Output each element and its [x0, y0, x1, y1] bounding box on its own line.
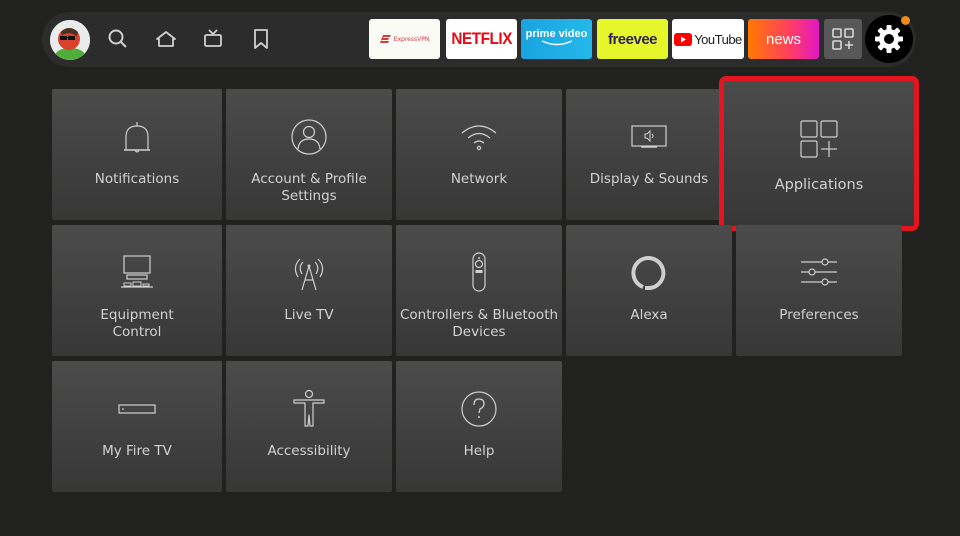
all-apps-button[interactable] — [824, 19, 862, 59]
gear-icon — [875, 25, 903, 53]
sliders-icon — [801, 258, 837, 286]
tile-equipment-control[interactable]: Equipment Control — [52, 225, 222, 356]
tile-alexa[interactable]: Alexa — [566, 225, 732, 356]
tile-help[interactable]: Help — [396, 361, 562, 492]
tile-controllers-bluetooth[interactable]: Controllers & Bluetooth Devices — [396, 225, 562, 356]
tile-label: Accessibility — [267, 443, 351, 459]
remote-icon — [472, 252, 486, 292]
equipment-icon — [121, 255, 153, 288]
antenna-icon — [294, 258, 324, 291]
app-label: news — [765, 30, 802, 48]
live-tv-button[interactable] — [201, 27, 225, 51]
bookmark-icon — [254, 29, 268, 49]
notification-dot — [901, 16, 910, 25]
tile-account-profile-settings[interactable]: Account & Profile Settings — [226, 89, 392, 220]
bell-icon — [124, 122, 150, 153]
app-label: freevee — [607, 30, 658, 48]
watchlist-button[interactable] — [249, 27, 273, 51]
accessibility-icon — [293, 389, 325, 427]
tile-live-tv[interactable]: Live TV — [226, 225, 392, 356]
tile-label: Equipment Control — [100, 307, 174, 340]
wifi-icon — [461, 125, 497, 151]
tile-display-sounds[interactable]: Display & Sounds — [566, 89, 732, 220]
tile-label: Notifications — [94, 171, 180, 187]
tile-applications[interactable]: Applications — [719, 76, 919, 231]
home-icon — [156, 31, 176, 47]
tile-label: Account & Profile Settings — [251, 171, 367, 204]
app-tile-prime-video[interactable]: prime video — [521, 19, 592, 59]
apps-add-icon — [800, 120, 838, 158]
alexa-icon — [631, 256, 666, 290]
prime-smile-icon — [541, 40, 572, 46]
apps-grid-icon — [832, 28, 854, 50]
app-label: YouTube — [694, 31, 742, 47]
tile-label: My Fire TV — [102, 443, 172, 459]
tile-label: Alexa — [630, 307, 668, 323]
tile-label: Help — [463, 443, 495, 459]
tile-preferences[interactable]: Preferences — [736, 225, 902, 356]
app-label: prime video — [525, 28, 588, 40]
tile-my-fire-tv[interactable]: My Fire TV — [52, 361, 222, 492]
app-label: NETFLIX — [451, 29, 512, 48]
home-button[interactable] — [154, 27, 178, 51]
avatar-icon — [50, 20, 90, 60]
tile-label: Controllers & Bluetooth Devices — [399, 307, 559, 340]
expressvpn-logo-icon — [379, 35, 391, 43]
app-tile-youtube[interactable]: YouTube — [672, 19, 744, 59]
tile-network[interactable]: Network — [396, 89, 562, 220]
profile-avatar[interactable] — [50, 20, 90, 60]
search-icon — [108, 29, 127, 48]
tile-label: Applications — [774, 177, 864, 193]
tile-label: Preferences — [779, 307, 859, 323]
app-tile-expressvpn[interactable]: ExpressVPN — [369, 19, 440, 59]
tile-label: Live TV — [284, 307, 334, 323]
app-tile-netflix[interactable]: NETFLIX — [446, 19, 517, 59]
help-icon — [461, 391, 497, 427]
display-sound-icon — [631, 125, 667, 148]
app-tile-news[interactable]: news — [748, 19, 819, 59]
tile-label: Network — [450, 171, 508, 187]
fire-tv-device-icon — [118, 404, 156, 414]
app-tile-freevee[interactable]: freevee — [597, 19, 668, 59]
search-button[interactable] — [106, 27, 130, 51]
tile-notifications[interactable]: Notifications — [52, 89, 222, 220]
youtube-play-icon — [674, 32, 693, 46]
tv-icon — [204, 29, 222, 47]
tile-accessibility[interactable]: Accessibility — [226, 361, 392, 492]
user-circle-icon — [291, 119, 327, 155]
app-label: ExpressVPN — [393, 35, 430, 43]
tile-label: Display & Sounds — [589, 171, 709, 187]
